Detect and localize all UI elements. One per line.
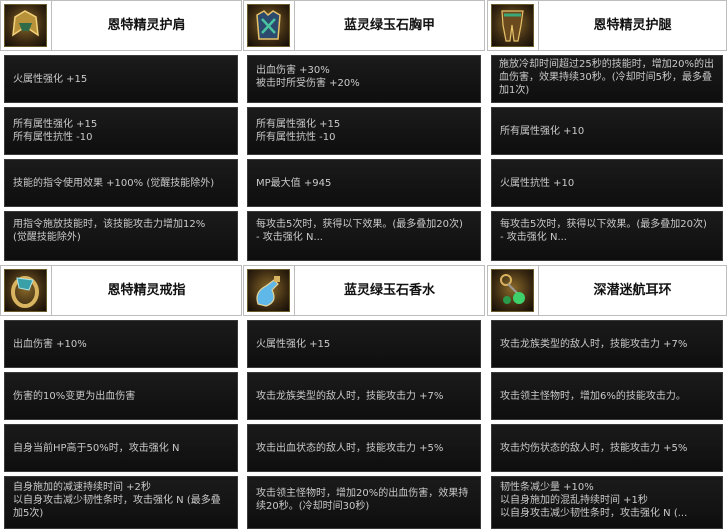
item-header: 恩特精灵护腿	[487, 0, 727, 51]
stat-box: 攻击龙族类型的敌人时，技能攻击力 +7%	[247, 372, 481, 420]
item-column-2: 蓝灵绿玉石胸甲 出血伤害 +30% 被击时所受伤害 +20% 所有属性强化 +1…	[243, 0, 485, 531]
stat-box: 用指令施放技能时，该技能攻击力增加12% (觉醒技能除外)	[4, 211, 238, 261]
item-title: 恩特精灵护肩	[107, 18, 186, 33]
item-title: 深潜迷航耳环	[593, 283, 672, 298]
stat-box: 每攻击5次时，获得以下效果。(最多叠加20次) - 攻击强化 N...	[247, 211, 481, 261]
stat-box: 火属性强化 +15	[247, 320, 481, 368]
stat-box: 所有属性强化 +10	[491, 107, 723, 155]
stat-box: 攻击龙族类型的敌人时，技能攻击力 +7%	[491, 320, 723, 368]
stat-box: 攻击领主怪物时，增加6%的技能攻击力。	[491, 372, 723, 420]
leg-armor-icon	[491, 4, 534, 47]
stat-box: 火属性强化 +15	[4, 55, 238, 103]
item-header: 蓝灵绿玉石胸甲	[243, 0, 485, 51]
stat-box: 火属性抗性 +10	[491, 159, 723, 207]
item-header: 恩特精灵护肩	[0, 0, 242, 51]
stat-box: 韧性条减少量 +10% 以自身施加的混乱持续时间 +1秒 以自身攻击减少韧性条时…	[491, 476, 723, 529]
shoulder-armor-icon	[4, 4, 47, 47]
item-header: 蓝灵绿玉石香水	[243, 265, 485, 316]
stat-box: 施放冷却时间超过25秒的技能时，增加20%的出血伤害，效果持续30秒。(冷却时间…	[491, 55, 723, 103]
stat-box: 自身施加的减速持续时间 +2秒 以自身攻击减少韧性条时，攻击强化 N (最多叠加…	[4, 476, 238, 529]
stat-box: 所有属性强化 +15 所有属性抗性 -10	[247, 107, 481, 155]
stat-box: 出血伤害 +10%	[4, 320, 238, 368]
stat-box: 每攻击5次时，获得以下效果。(最多叠加20次) - 攻击强化 N...	[491, 211, 723, 261]
stat-box: 所有属性强化 +15 所有属性抗性 -10	[4, 107, 238, 155]
stat-box: 攻击领主怪物时，增加20%的出血伤害，效果持续20秒。(冷却时间30秒)	[247, 476, 481, 529]
item-title: 恩特精灵护腿	[593, 18, 672, 33]
stat-box: 出血伤害 +30% 被击时所受伤害 +20%	[247, 55, 481, 103]
ring-icon	[4, 269, 47, 312]
stat-box: 自身当前HP高于50%时，攻击强化 N	[4, 424, 238, 472]
stat-box: 攻击灼伤状态的敌人时，技能攻击力 +5%	[491, 424, 723, 472]
earring-icon	[491, 269, 534, 312]
stat-box: MP最大值 +945	[247, 159, 481, 207]
chest-armor-icon	[247, 4, 290, 47]
item-column-1: 恩特精灵护肩 火属性强化 +15 所有属性强化 +15 所有属性抗性 -10 技…	[0, 0, 242, 531]
item-header: 深潜迷航耳环	[487, 265, 727, 316]
stat-box: 伤害的10%变更为出血伤害	[4, 372, 238, 420]
item-header: 恩特精灵戒指	[0, 265, 242, 316]
stat-box: 攻击出血状态的敌人时，技能攻击力 +5%	[247, 424, 481, 472]
item-column-3: 恩特精灵护腿 施放冷却时间超过25秒的技能时，增加20%的出血伤害，效果持续30…	[487, 0, 727, 531]
stat-box: 技能的指令使用效果 +100% (觉醒技能除外)	[4, 159, 238, 207]
perfume-bottle-icon	[247, 269, 290, 312]
item-title: 蓝灵绿玉石胸甲	[343, 18, 435, 33]
item-title: 恩特精灵戒指	[107, 283, 186, 298]
item-title: 蓝灵绿玉石香水	[343, 283, 435, 298]
